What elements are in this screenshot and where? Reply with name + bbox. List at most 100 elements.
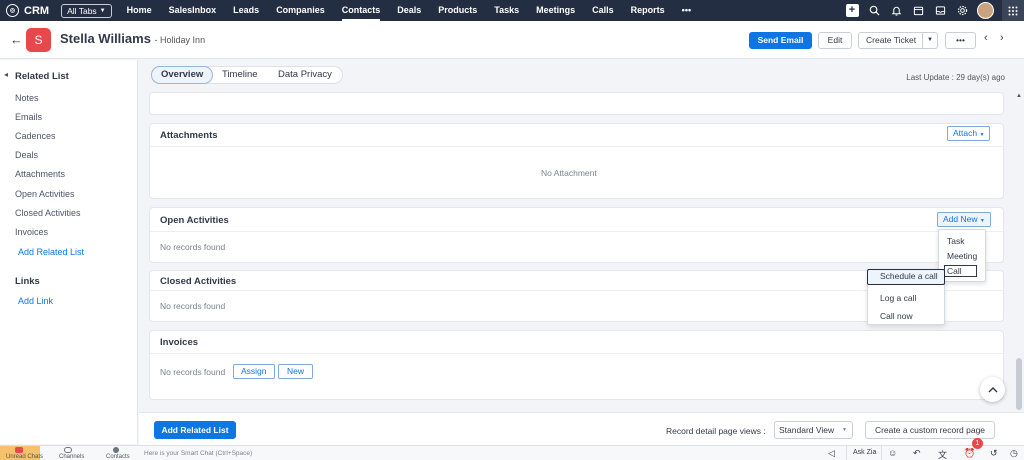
crm-logo-icon: ◎: [6, 4, 19, 17]
previous-section-card: [149, 92, 1004, 115]
announcement-icon[interactable]: ◁: [828, 448, 835, 459]
create-custom-page-button[interactable]: Create a custom record page: [865, 421, 995, 439]
app-grid-icon[interactable]: [1002, 0, 1024, 21]
attach-button[interactable]: Attach ▼: [947, 126, 991, 141]
nav-calls[interactable]: Calls: [592, 0, 614, 21]
chat-icon: [15, 447, 23, 453]
open-activities-empty-text: No records found: [160, 242, 226, 252]
collapse-sidebar-icon[interactable]: ◂: [4, 70, 8, 79]
undo-icon[interactable]: ↶: [913, 448, 921, 459]
settings-gear-icon[interactable]: [951, 5, 973, 16]
sidebar-item-deals[interactable]: Deals: [15, 150, 38, 160]
menu-item-schedule-call[interactable]: Schedule a call: [867, 269, 945, 285]
new-invoice-button[interactable]: New: [278, 364, 314, 379]
scrollbar-thumb[interactable]: [1016, 358, 1022, 410]
create-ticket-label: Create Ticket: [866, 35, 917, 45]
create-plus-icon[interactable]: +: [841, 4, 863, 17]
nav-meetings[interactable]: Meetings: [536, 0, 575, 21]
scroll-to-top-button[interactable]: [980, 377, 1005, 402]
attachments-card: Attachments Attach ▼ No Attachment: [149, 123, 1004, 199]
record-title: Stella Williams - Holiday Inn: [60, 31, 205, 46]
channels-tab[interactable]: Channels: [53, 446, 84, 460]
nav-reports[interactable]: Reports: [631, 0, 665, 21]
search-icon[interactable]: [863, 5, 885, 16]
links-heading: Links: [15, 276, 40, 287]
menu-item-log-call[interactable]: Log a call: [880, 293, 916, 303]
more-actions-button[interactable]: •••: [945, 32, 976, 49]
nav-products[interactable]: Products: [438, 0, 477, 21]
create-ticket-button[interactable]: Create Ticket ▼: [858, 32, 938, 49]
history-icon[interactable]: ↺: [990, 448, 998, 459]
assign-button[interactable]: Assign: [233, 364, 275, 379]
app-name: CRM: [24, 4, 50, 17]
contacts-tab[interactable]: Contacts: [101, 446, 131, 460]
nav-salesinbox[interactable]: SalesInbox: [169, 0, 217, 21]
all-tabs-button[interactable]: All Tabs ▼: [61, 3, 112, 18]
invoices-card: Invoices No records found Assign New: [149, 330, 1004, 400]
sidebar-item-cadences[interactable]: Cadences: [15, 131, 56, 141]
record-company: - Holiday Inn: [154, 35, 206, 45]
unread-chats-tab[interactable]: Unread Chats: [0, 446, 44, 460]
tab-overview[interactable]: Overview: [151, 66, 214, 84]
nav-deals[interactable]: Deals: [397, 0, 421, 21]
feedback-icon[interactable]: ☺: [888, 448, 897, 458]
translate-icon[interactable]: 文: [938, 448, 947, 460]
smart-chat-input[interactable]: Here is your Smart Chat (Ctrl+Space): [144, 450, 252, 457]
tab-timeline[interactable]: Timeline: [222, 69, 258, 80]
contacts-label: Contacts: [106, 454, 130, 460]
nav-contacts[interactable]: Contacts: [341, 0, 381, 21]
menu-item-call[interactable]: Call: [944, 265, 977, 277]
all-tabs-label: All Tabs: [67, 5, 97, 16]
tab-data-privacy[interactable]: Data Privacy: [278, 69, 332, 80]
crm-logo[interactable]: ◎ CRM: [6, 4, 49, 17]
nav-tasks[interactable]: Tasks: [494, 0, 519, 21]
next-record-icon[interactable]: ›: [1000, 32, 1004, 44]
open-activities-card: Open Activities Add New ▼ No records fou…: [149, 207, 1004, 263]
bell-icon[interactable]: [885, 5, 907, 16]
nav-home[interactable]: Home: [127, 0, 152, 21]
sidebar-item-closed-activities[interactable]: Closed Activities: [15, 208, 81, 218]
unread-chats-label: Unread Chats: [6, 454, 44, 460]
add-link[interactable]: Add Link: [18, 296, 53, 306]
send-email-button[interactable]: Send Email: [749, 32, 812, 49]
scrollbar[interactable]: [1016, 92, 1022, 410]
record-views-label: Record detail page views :: [666, 426, 766, 436]
chevron-up-icon: [988, 387, 997, 393]
calendar-icon[interactable]: [907, 5, 929, 16]
sidebar-item-attachments[interactable]: Attachments: [15, 169, 65, 179]
timer-icon[interactable]: ◷: [1010, 448, 1018, 459]
inbox-icon[interactable]: [929, 5, 951, 16]
nav-companies[interactable]: Companies: [276, 0, 325, 21]
module-tabs: Home SalesInbox Leads Companies Contacts…: [127, 0, 709, 21]
sidebar-item-emails[interactable]: Emails: [15, 112, 42, 122]
menu-item-meeting[interactable]: Meeting: [947, 251, 977, 261]
menu-item-call-now[interactable]: Call now: [880, 311, 913, 321]
nav-utilities: +: [841, 0, 1024, 21]
record-view-value: Standard View: [779, 425, 835, 435]
edit-button[interactable]: Edit: [818, 32, 852, 49]
attachments-title: Attachments: [160, 130, 218, 141]
chevron-down-icon: ▼: [99, 7, 106, 14]
sidebar-item-notes[interactable]: Notes: [15, 93, 39, 103]
notification-badge: 1: [972, 438, 983, 449]
user-avatar[interactable]: [977, 2, 994, 19]
nav-more[interactable]: •••: [682, 0, 691, 21]
add-new-label: Add New: [943, 214, 978, 224]
divider: [150, 146, 1003, 147]
ask-zia-button[interactable]: Ask Zia: [846, 446, 882, 460]
menu-item-task[interactable]: Task: [947, 236, 964, 246]
scroll-up-arrow-icon[interactable]: ▲: [1016, 93, 1022, 99]
chevron-down-icon: ▼: [979, 218, 985, 224]
add-related-list-link[interactable]: Add Related List: [18, 247, 84, 257]
nav-leads[interactable]: Leads: [233, 0, 259, 21]
previous-record-icon[interactable]: ‹: [984, 32, 988, 44]
create-ticket-dropdown[interactable]: ▼: [922, 33, 937, 48]
back-arrow-icon[interactable]: ←: [10, 32, 23, 47]
top-nav: ◎ CRM All Tabs ▼ Home SalesInbox Leads C…: [0, 0, 1024, 21]
sidebar-item-open-activities[interactable]: Open Activities: [15, 189, 75, 199]
add-new-button[interactable]: Add New ▼: [937, 212, 991, 227]
record-view-select[interactable]: Standard View ▼: [774, 421, 853, 439]
add-related-list-button[interactable]: Add Related List: [154, 421, 236, 439]
alarm-clock-icon[interactable]: ⏰: [964, 448, 975, 459]
sidebar-item-invoices[interactable]: Invoices: [15, 227, 48, 237]
